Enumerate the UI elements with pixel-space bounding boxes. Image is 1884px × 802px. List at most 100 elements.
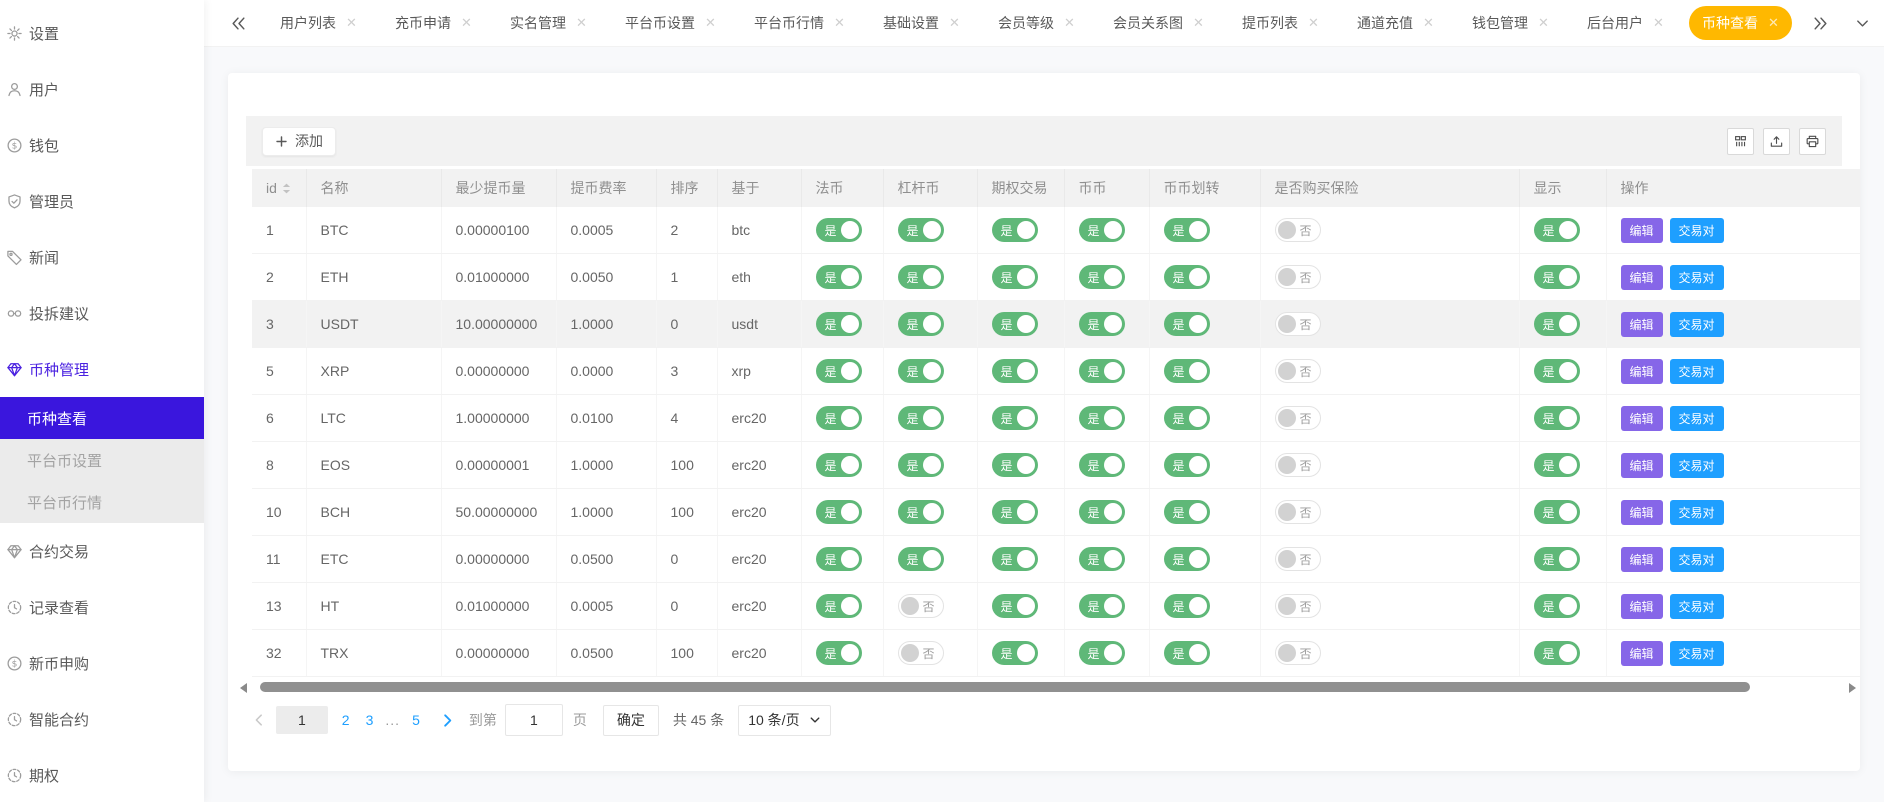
edit-button[interactable]: 编辑 (1621, 641, 1663, 666)
option-toggle[interactable]: 是 (992, 265, 1038, 289)
printer-icon[interactable] (1799, 128, 1826, 155)
page-3[interactable]: 3 (366, 712, 374, 728)
page-current[interactable]: 1 (276, 706, 328, 734)
sidebar-item-feedback[interactable]: 投拆建议 (0, 285, 204, 341)
tab-close-icon[interactable]: ✕ (1538, 15, 1549, 31)
leverage-toggle[interactable]: 是 (898, 359, 944, 383)
sidebar-item-records[interactable]: 记录查看 (0, 579, 204, 635)
sidebar-subitem-platform-coin-market[interactable]: 平台币行情 (0, 481, 204, 523)
tab-13[interactable]: 币种查看✕ (1689, 6, 1792, 40)
coin-toggle[interactable]: 是 (1079, 594, 1125, 618)
scrollbar-thumb[interactable] (260, 682, 1750, 692)
insurance-toggle[interactable]: 否 (1275, 453, 1321, 477)
transfer-toggle[interactable]: 是 (1164, 453, 1210, 477)
show-toggle[interactable]: 是 (1534, 406, 1580, 430)
show-toggle[interactable]: 是 (1534, 500, 1580, 524)
sidebar-item-smart-contract[interactable]: 智能合约 (0, 691, 204, 747)
leverage-toggle[interactable]: 是 (898, 453, 944, 477)
transfer-toggle[interactable]: 是 (1164, 359, 1210, 383)
leverage-toggle[interactable]: 是 (898, 218, 944, 242)
leverage-toggle[interactable]: 是 (898, 500, 944, 524)
sidebar-item-coin-manage[interactable]: 币种管理 (0, 341, 204, 397)
sidebar-item-new-coin[interactable]: $新币申购 (0, 635, 204, 691)
pair-button[interactable]: 交易对 (1670, 453, 1724, 478)
coin-toggle[interactable]: 是 (1079, 453, 1125, 477)
pair-button[interactable]: 交易对 (1670, 547, 1724, 572)
option-toggle[interactable]: 是 (992, 500, 1038, 524)
transfer-toggle[interactable]: 是 (1164, 641, 1210, 665)
tab-1[interactable]: 用户列表✕ (267, 6, 370, 40)
insurance-toggle[interactable]: 否 (1275, 500, 1321, 524)
tab-12[interactable]: 后台用户✕ (1574, 6, 1677, 40)
leverage-toggle[interactable]: 是 (898, 406, 944, 430)
insurance-toggle[interactable]: 否 (1275, 312, 1321, 336)
fiat-toggle[interactable]: 是 (816, 594, 862, 618)
edit-button[interactable]: 编辑 (1621, 312, 1663, 337)
leverage-toggle[interactable]: 是 (898, 312, 944, 336)
sidebar-item-users[interactable]: 用户 (0, 61, 204, 117)
tab-5[interactable]: 平台币行情✕ (741, 6, 858, 40)
show-toggle[interactable]: 是 (1534, 547, 1580, 571)
coin-toggle[interactable]: 是 (1079, 218, 1125, 242)
tab-4[interactable]: 平台币设置✕ (612, 6, 729, 40)
show-toggle[interactable]: 是 (1534, 312, 1580, 336)
show-toggle[interactable]: 是 (1534, 359, 1580, 383)
scroll-left-arrow-icon[interactable] (240, 683, 247, 693)
fiat-toggle[interactable]: 是 (816, 641, 862, 665)
tab-11[interactable]: 钱包管理✕ (1459, 6, 1562, 40)
leverage-toggle[interactable]: 是 (898, 547, 944, 571)
insurance-toggle[interactable]: 否 (1275, 641, 1321, 665)
show-toggle[interactable]: 是 (1534, 594, 1580, 618)
page-5[interactable]: 5 (412, 712, 420, 728)
option-toggle[interactable]: 是 (992, 594, 1038, 618)
transfer-toggle[interactable]: 是 (1164, 218, 1210, 242)
fiat-toggle[interactable]: 是 (816, 218, 862, 242)
pair-button[interactable]: 交易对 (1670, 359, 1724, 384)
edit-button[interactable]: 编辑 (1621, 547, 1663, 572)
edit-button[interactable]: 编辑 (1621, 406, 1663, 431)
page-size-select[interactable]: 10 条/页 (738, 705, 830, 736)
edit-button[interactable]: 编辑 (1621, 218, 1663, 243)
export-icon[interactable] (1763, 128, 1790, 155)
edit-button[interactable]: 编辑 (1621, 359, 1663, 384)
sidebar-item-contract-trade[interactable]: 合约交易 (0, 523, 204, 579)
tab-close-icon[interactable]: ✕ (576, 15, 587, 31)
fiat-toggle[interactable]: 是 (816, 265, 862, 289)
scroll-right-arrow-icon[interactable] (1849, 683, 1856, 693)
option-toggle[interactable]: 是 (992, 547, 1038, 571)
insurance-toggle[interactable]: 否 (1275, 406, 1321, 430)
coin-toggle[interactable]: 是 (1079, 265, 1125, 289)
tab-close-icon[interactable]: ✕ (1193, 15, 1204, 31)
transfer-toggle[interactable]: 是 (1164, 312, 1210, 336)
columns-icon[interactable] (1727, 128, 1754, 155)
pair-button[interactable]: 交易对 (1670, 594, 1724, 619)
insurance-toggle[interactable]: 否 (1275, 547, 1321, 571)
goto-page-input[interactable] (505, 704, 563, 736)
edit-button[interactable]: 编辑 (1621, 265, 1663, 290)
tab-9[interactable]: 提币列表✕ (1229, 6, 1332, 40)
tab-close-icon[interactable]: ✕ (1423, 15, 1434, 31)
tab-close-icon[interactable]: ✕ (834, 15, 845, 31)
pair-button[interactable]: 交易对 (1670, 641, 1724, 666)
insurance-toggle[interactable]: 否 (1275, 359, 1321, 383)
coin-toggle[interactable]: 是 (1079, 312, 1125, 336)
fiat-toggle[interactable]: 是 (816, 406, 862, 430)
sort-icon[interactable] (282, 182, 291, 195)
sidebar-item-news[interactable]: 新闻 (0, 229, 204, 285)
option-toggle[interactable]: 是 (992, 406, 1038, 430)
tab-2[interactable]: 充币申请✕ (382, 6, 485, 40)
option-toggle[interactable]: 是 (992, 312, 1038, 336)
next-page-icon[interactable] (440, 713, 455, 728)
transfer-toggle[interactable]: 是 (1164, 406, 1210, 430)
insurance-toggle[interactable]: 否 (1275, 594, 1321, 618)
pair-button[interactable]: 交易对 (1670, 265, 1724, 290)
show-toggle[interactable]: 是 (1534, 265, 1580, 289)
tab-close-icon[interactable]: ✕ (949, 15, 960, 31)
transfer-toggle[interactable]: 是 (1164, 594, 1210, 618)
edit-button[interactable]: 编辑 (1621, 453, 1663, 478)
tab-close-icon[interactable]: ✕ (461, 15, 472, 31)
tabs-menu-chevron-down-icon[interactable] (1849, 16, 1876, 31)
pair-button[interactable]: 交易对 (1670, 500, 1724, 525)
leverage-toggle[interactable]: 是 (898, 265, 944, 289)
tab-close-icon[interactable]: ✕ (1064, 15, 1075, 31)
